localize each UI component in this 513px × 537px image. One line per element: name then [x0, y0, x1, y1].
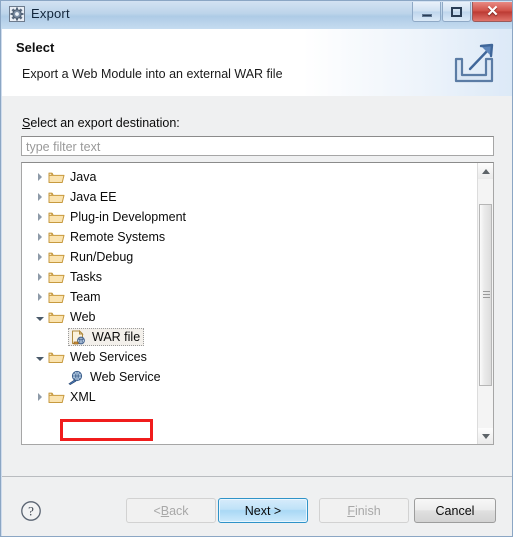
window-title: Export	[31, 6, 70, 21]
chevron-right-icon[interactable]	[32, 249, 48, 265]
tree-row-label: Tasks	[70, 270, 102, 284]
svg-text:?: ?	[28, 504, 34, 519]
chevron-right-icon[interactable]	[32, 289, 48, 305]
finish-button[interactable]: Finish	[319, 498, 409, 523]
tree-row[interactable]: XML	[22, 387, 477, 407]
filter-input[interactable]	[21, 136, 494, 156]
minimize-icon	[421, 13, 432, 17]
war-file-icon	[70, 329, 88, 345]
back-button-prefix: <	[153, 503, 161, 518]
tree-row-war-file[interactable]: WAR file	[22, 327, 477, 347]
close-icon: ✕	[486, 3, 499, 20]
chevron-right-icon[interactable]	[32, 389, 48, 405]
chevron-right-icon[interactable]	[32, 229, 48, 245]
cancel-button[interactable]: Cancel	[414, 498, 496, 523]
tree-row-label: XML	[70, 390, 96, 404]
back-button-label: ack	[169, 503, 189, 518]
tree-row[interactable]: Plug-in Development	[22, 207, 477, 227]
export-dialog-window: Export ✕ Select Export a Web Module into…	[0, 0, 513, 537]
next-button[interactable]: Next >	[218, 498, 308, 523]
title-bar[interactable]: Export ✕	[1, 1, 512, 29]
chevron-right-icon[interactable]	[32, 209, 48, 225]
page-description: Export a Web Module into an external WAR…	[22, 67, 283, 81]
maximize-icon	[451, 6, 462, 17]
chevron-right-icon[interactable]	[32, 169, 48, 185]
finish-button-accel: F	[347, 503, 355, 518]
tree-vertical-scrollbar[interactable]	[477, 163, 493, 444]
chevron-right-icon[interactable]	[32, 269, 48, 285]
selection-highlight: WAR file	[68, 328, 145, 346]
cancel-button-label: Cancel	[435, 503, 475, 518]
wizard-header: Select Export a Web Module into an exter…	[2, 29, 512, 97]
tree-row-label: Team	[70, 290, 101, 304]
scroll-down-icon[interactable]	[478, 428, 493, 444]
tree-row-label: Run/Debug	[70, 250, 134, 264]
tree-row[interactable]: Web	[22, 307, 477, 327]
next-button-label: Next >	[244, 503, 282, 518]
finish-button-label: inish	[354, 503, 381, 518]
back-button-accel: B	[160, 503, 170, 518]
folder-icon	[48, 289, 66, 305]
tree-row[interactable]: Run/Debug	[22, 247, 477, 267]
folder-icon	[48, 169, 66, 185]
tree-row[interactable]: Team	[22, 287, 477, 307]
folder-icon	[48, 269, 66, 285]
folder-icon	[48, 349, 66, 365]
export-gear-icon	[9, 6, 25, 22]
web-service-icon	[68, 369, 86, 385]
tree-row-label: Remote Systems	[70, 230, 166, 244]
folder-icon	[48, 209, 66, 225]
maximize-button[interactable]	[442, 2, 471, 22]
tree-row-label: Web Services	[70, 350, 147, 364]
tree-row-label: Java EE	[70, 190, 117, 204]
dialog-body: Select an export destination: Java	[2, 96, 512, 476]
destination-label-text: elect an export destination:	[30, 116, 180, 130]
page-title: Select	[16, 40, 55, 55]
export-banner-icon	[448, 39, 500, 89]
help-question-icon[interactable]: ?	[20, 500, 42, 522]
tree-row[interactable]: Web Services	[22, 347, 477, 367]
scrollbar-grip-icon	[483, 291, 490, 299]
tree-row[interactable]: Remote Systems	[22, 227, 477, 247]
folder-icon	[48, 189, 66, 205]
tree-row[interactable]: Java	[22, 167, 477, 187]
tree-row-label: Java	[70, 170, 97, 184]
scrollbar-thumb[interactable]	[479, 204, 492, 386]
back-button[interactable]: < Back	[126, 498, 216, 523]
folder-icon	[48, 229, 66, 245]
folder-icon	[48, 309, 66, 325]
minimize-button[interactable]	[412, 2, 441, 22]
chevron-down-icon[interactable]	[32, 309, 48, 325]
tree-row-label: Web	[70, 310, 96, 324]
tree-row[interactable]: Web Service	[22, 367, 477, 387]
dialog-footer: ? < Back Next > Finish Cancel	[2, 476, 512, 536]
scroll-up-icon[interactable]	[478, 163, 493, 179]
chevron-down-icon[interactable]	[32, 349, 48, 365]
export-destination-tree[interactable]: Java Java EE Plug-in Development Remote …	[21, 162, 494, 445]
tree-rows-container: Java Java EE Plug-in Development Remote …	[22, 167, 477, 407]
close-button[interactable]: ✕	[472, 2, 512, 22]
destination-label: Select an export destination:	[22, 116, 180, 130]
tree-row-label: WAR file	[92, 330, 141, 344]
tree-row[interactable]: Tasks	[22, 267, 477, 287]
tree-row-label: Web Service	[90, 370, 161, 384]
tree-row-label: Plug-in Development	[70, 210, 187, 224]
chevron-right-icon[interactable]	[32, 189, 48, 205]
tree-row[interactable]: Java EE	[22, 187, 477, 207]
folder-icon	[48, 389, 66, 405]
folder-icon	[48, 249, 66, 265]
